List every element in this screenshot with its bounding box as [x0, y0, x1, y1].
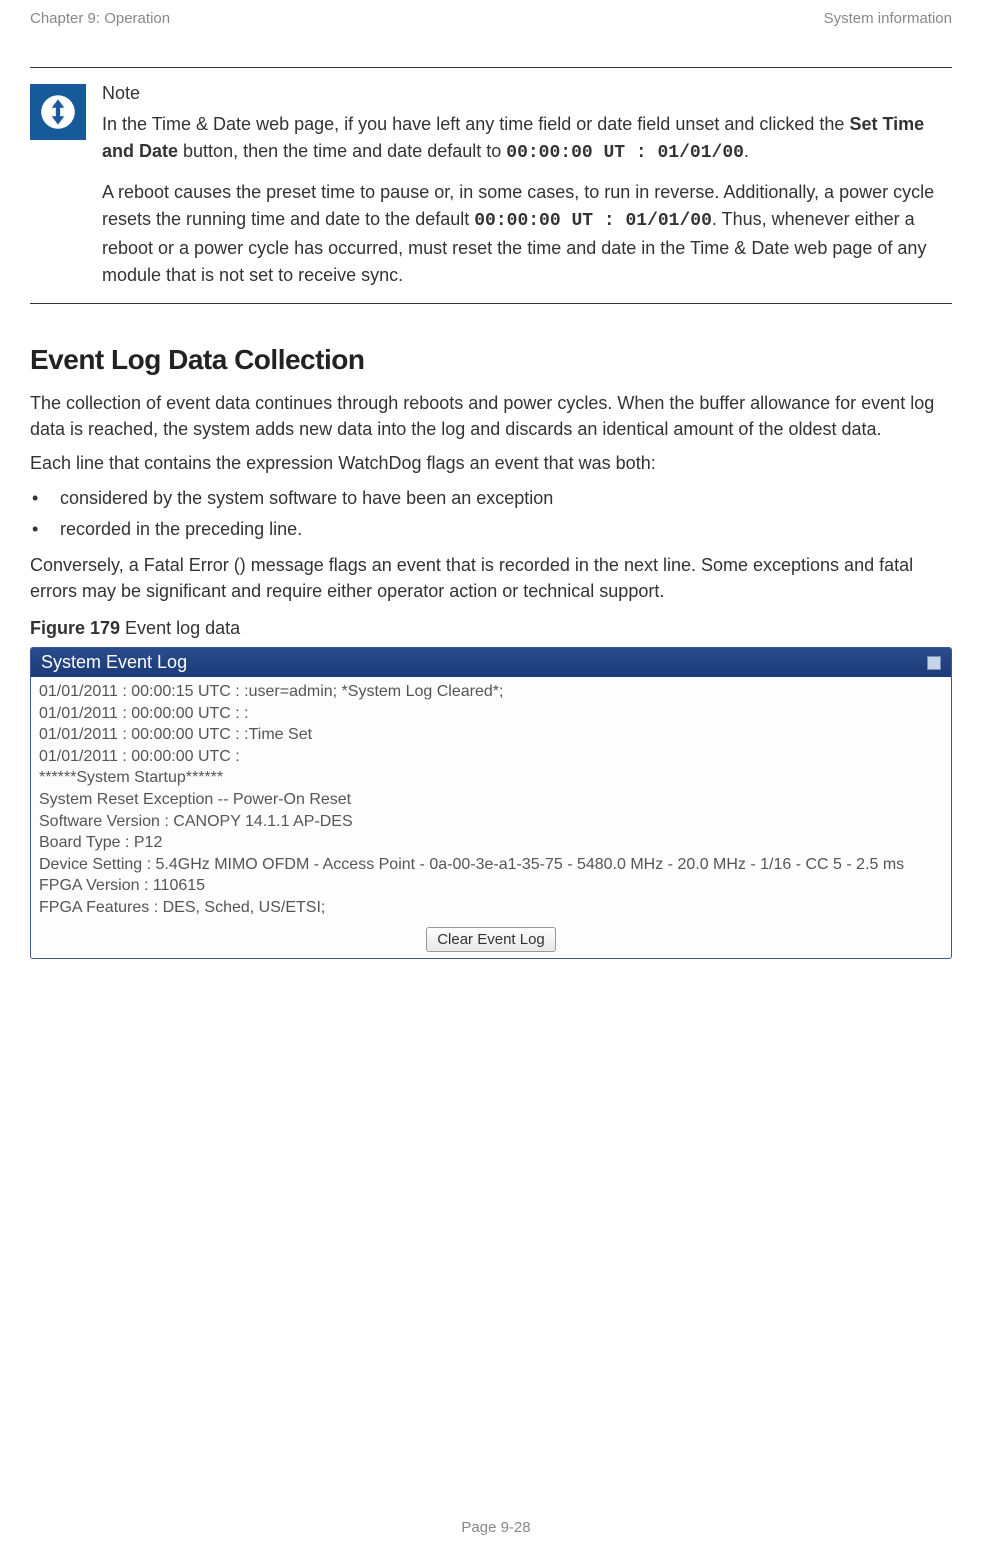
- note-icon: [30, 84, 86, 140]
- collapse-icon[interactable]: [927, 656, 941, 670]
- note-text: button, then the time and date default t…: [178, 141, 506, 161]
- section-title: Event Log Data Collection: [30, 344, 952, 376]
- header-right: System information: [824, 10, 952, 27]
- note-box: Note In the Time & Date web page, if you…: [30, 67, 952, 304]
- note-paragraph-1: In the Time & Date web page, if you have…: [102, 111, 952, 167]
- page-footer: Page 9-28: [0, 1519, 992, 1536]
- clear-event-log-button[interactable]: Clear Event Log: [426, 927, 556, 952]
- note-text: .: [744, 141, 749, 161]
- event-log-footer: Clear Event Log: [31, 925, 951, 958]
- event-log-header: System Event Log: [31, 648, 951, 677]
- note-code: 00:00:00 UT : 01/01/00: [506, 143, 744, 163]
- page-header: Chapter 9: Operation System information: [0, 0, 992, 67]
- panel-title: System Event Log: [41, 652, 187, 673]
- list-item: recorded in the preceding line.: [30, 515, 952, 544]
- note-paragraph-2: A reboot causes the preset time to pause…: [102, 179, 952, 289]
- bullet-list: considered by the system software to hav…: [30, 484, 952, 544]
- event-log-body: 01/01/2011 : 00:00:15 UTC : :user=admin;…: [31, 677, 951, 925]
- main-content: Note In the Time & Date web page, if you…: [0, 67, 992, 959]
- header-left: Chapter 9: Operation: [30, 10, 170, 27]
- note-code: 00:00:00 UT : 01/01/00: [474, 211, 712, 231]
- event-log-panel: System Event Log 01/01/2011 : 00:00:15 U…: [30, 647, 952, 959]
- note-text: In the Time & Date web page, if you have…: [102, 114, 849, 134]
- note-body: Note In the Time & Date web page, if you…: [102, 80, 952, 289]
- body-paragraph: Each line that contains the expression W…: [30, 450, 952, 476]
- figure-caption: Figure 179 Event log data: [30, 618, 952, 639]
- body-paragraph: The collection of event data continues t…: [30, 390, 952, 442]
- page-number: Page 9-28: [461, 1519, 530, 1536]
- list-item: considered by the system software to hav…: [30, 484, 952, 513]
- figure-title: Event log data: [120, 618, 240, 638]
- figure-number: Figure 179: [30, 618, 120, 638]
- body-paragraph: Conversely, a Fatal Error () message fla…: [30, 552, 952, 604]
- note-title: Note: [102, 80, 952, 107]
